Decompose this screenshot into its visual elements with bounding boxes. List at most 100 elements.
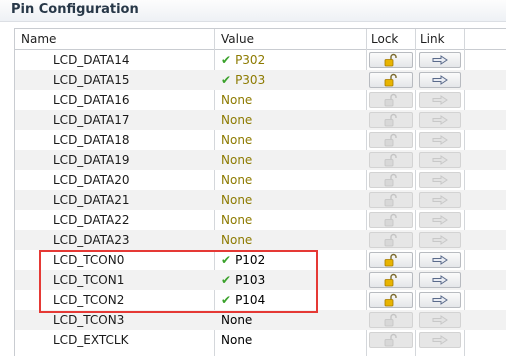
check-icon: ✔ [221,53,232,67]
table-row[interactable]: LCD_DATA16 None [15,90,506,110]
lock-button[interactable] [369,292,413,308]
table-row[interactable]: LCD_TCON3 None [15,310,506,330]
pin-value[interactable]: ✔ P303 [221,70,265,90]
table-header: Name Value Lock Link [15,29,506,50]
lock-button[interactable] [369,72,413,88]
lock-button[interactable] [369,132,413,148]
pin-value[interactable]: None [221,110,252,130]
link-button[interactable] [419,312,461,328]
unlocked-padlock-icon [384,153,397,167]
lock-button[interactable] [369,272,413,288]
table-row[interactable]: LCD_DATA15 ✔ P303 [15,70,506,90]
right-arrow-icon [432,235,448,245]
pin-value-text: None [221,173,253,187]
link-button[interactable] [419,172,461,188]
pin-value-text: P303 [235,73,266,87]
pin-value[interactable]: None [221,130,252,150]
link-button[interactable] [419,252,461,268]
lock-button[interactable] [369,92,413,108]
link-button[interactable] [419,192,461,208]
unlocked-padlock-icon [384,313,397,327]
column-header-lock[interactable]: Lock [371,29,398,49]
pin-value-text: None [221,93,253,107]
lock-button[interactable] [369,252,413,268]
unlocked-padlock-icon [384,293,397,307]
column-header-name[interactable]: Name [21,29,56,49]
table-row[interactable]: LCD_DATA14 ✔ P302 [15,50,506,70]
check-icon: ✔ [221,73,232,87]
pin-value-text: P302 [235,53,266,67]
pin-value[interactable]: None [221,330,252,350]
pin-name: LCD_DATA19 [53,153,130,167]
table-row[interactable]: LCD_EXTCLK None [15,330,506,350]
table-row[interactable]: LCD_DATA21 None [15,190,506,210]
right-arrow-icon [432,55,448,65]
right-arrow-icon [432,335,448,345]
link-button[interactable] [419,152,461,168]
link-button[interactable] [419,332,461,348]
right-arrow-icon [432,255,448,265]
table-row[interactable]: LCD_DATA22 None [15,210,506,230]
unlocked-padlock-icon [384,193,397,207]
pin-value-text: None [221,193,253,207]
lock-button[interactable] [369,312,413,328]
highlight-box [39,250,318,313]
unlocked-padlock-icon [384,253,397,267]
table-row[interactable]: LCD_DATA17 None [15,110,506,130]
right-arrow-icon [432,195,448,205]
link-button[interactable] [419,52,461,68]
pin-value-text: None [221,133,253,147]
pin-value[interactable]: ✔ P302 [221,50,265,70]
pin-value-text: None [221,313,253,327]
right-arrow-icon [432,95,448,105]
pin-value[interactable]: None [221,90,252,110]
link-button[interactable] [419,292,461,308]
right-arrow-icon [432,135,448,145]
lock-button[interactable] [369,192,413,208]
right-arrow-icon [432,175,448,185]
pin-name: LCD_DATA14 [53,53,130,67]
lock-button[interactable] [369,212,413,228]
link-button[interactable] [419,272,461,288]
unlocked-padlock-icon [384,173,397,187]
pin-value[interactable]: None [221,210,252,230]
column-header-value[interactable]: Value [221,29,254,49]
unlocked-padlock-icon [384,93,397,107]
panel-header: Pin Configuration [0,0,506,22]
table-row[interactable]: LCD_DATA20 None [15,170,506,190]
link-button[interactable] [419,212,461,228]
lock-button[interactable] [369,232,413,248]
link-button[interactable] [419,72,461,88]
pin-name: LCD_DATA22 [53,213,130,227]
pin-value-text: None [221,113,253,127]
right-arrow-icon [432,295,448,305]
unlocked-padlock-icon [384,133,397,147]
unlocked-padlock-icon [384,333,397,347]
pin-value[interactable]: None [221,230,252,250]
lock-button[interactable] [369,52,413,68]
pin-value[interactable]: None [221,190,252,210]
lock-button[interactable] [369,152,413,168]
right-arrow-icon [432,215,448,225]
pin-name: LCD_DATA17 [53,113,130,127]
table-row[interactable]: LCD_DATA18 None [15,130,506,150]
right-arrow-icon [432,275,448,285]
link-button[interactable] [419,132,461,148]
pin-name: LCD_TCON3 [53,313,125,327]
pin-value[interactable]: None [221,150,252,170]
lock-button[interactable] [369,112,413,128]
lock-button[interactable] [369,172,413,188]
pin-name: LCD_DATA18 [53,133,130,147]
pin-value[interactable]: None [221,310,252,330]
link-button[interactable] [419,112,461,128]
table-row[interactable]: LCD_DATA23 None [15,230,506,250]
lock-button[interactable] [369,332,413,348]
pin-value-text: None [221,333,253,347]
unlocked-padlock-icon [384,273,397,287]
link-button[interactable] [419,232,461,248]
link-button[interactable] [419,92,461,108]
column-header-link[interactable]: Link [420,29,445,49]
pin-value[interactable]: None [221,170,252,190]
pin-value-text: None [221,213,253,227]
table-row[interactable]: LCD_DATA19 None [15,150,506,170]
